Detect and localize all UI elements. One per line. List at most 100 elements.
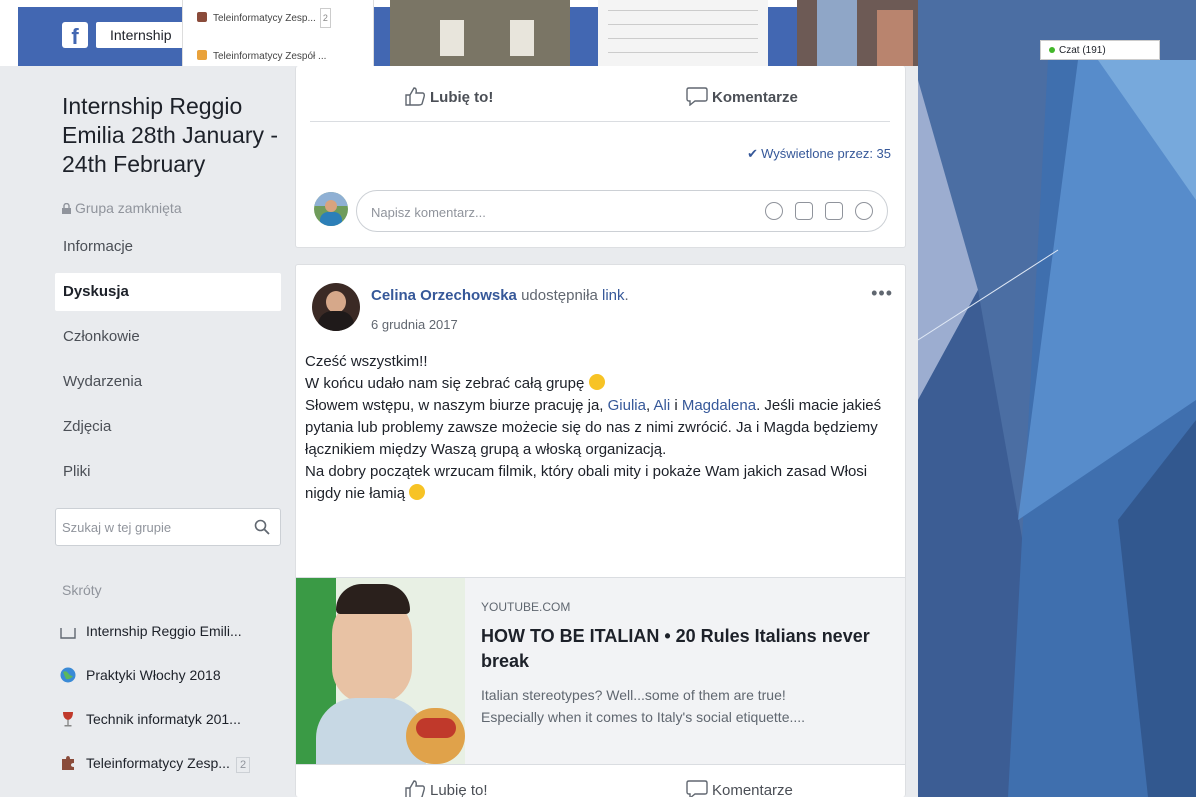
puzzle-icon bbox=[197, 12, 207, 22]
post-header: Celina Orzechowska udostępniła link. bbox=[371, 287, 629, 304]
camera-icon[interactable] bbox=[795, 202, 813, 220]
link-description-line: Especially when it comes to Italy's soci… bbox=[481, 709, 806, 725]
comment-button[interactable]: Komentarze bbox=[686, 779, 793, 797]
suggestion-label: Teleinformatycy Zespół ... bbox=[213, 51, 327, 62]
link-title[interactable]: HOW TO BE ITALIAN • 20 Rules Italians ne… bbox=[481, 624, 891, 674]
smile-emoji-icon bbox=[409, 484, 426, 500]
comment-button[interactable]: Komentarze bbox=[686, 86, 798, 110]
search-suggestions-dropdown: Teleinformatycy Zesp... 2 Teleinformatycy… bbox=[182, 0, 374, 66]
link-description-line: Italian stereotypes? Well...some of them… bbox=[481, 687, 786, 703]
globe-icon bbox=[60, 667, 76, 683]
chat-label: Czat (191) bbox=[1059, 45, 1106, 56]
avatar[interactable] bbox=[314, 192, 348, 226]
nav-item-wydarzenia[interactable]: Wydarzenia bbox=[55, 363, 281, 401]
post-line: Na dobry początek wrzucam filmik, który … bbox=[305, 461, 895, 505]
link-description: Italian stereotypes? Well...some of them… bbox=[481, 684, 891, 728]
tagged-name[interactable]: Giulia bbox=[608, 397, 646, 414]
header-search-input[interactable]: Internship bbox=[96, 22, 182, 48]
comment-icon bbox=[686, 780, 708, 797]
checkmark-icon: ✔ bbox=[747, 146, 759, 161]
group-sidebar: Internship Reggio Emilia 28th January - … bbox=[0, 66, 295, 797]
post-line-text: Słowem wstępu, w naszym biurze pracuję j… bbox=[305, 397, 608, 414]
like-label: Lubię to! bbox=[430, 782, 488, 797]
suggestion-label: Teleinformatycy Zesp... bbox=[213, 13, 316, 24]
seen-by-label: Wyświetlone przez: 35 bbox=[761, 146, 891, 161]
link-preview[interactable]: YOUTUBE.COM HOW TO BE ITALIAN • 20 Rules… bbox=[296, 577, 905, 765]
nav-item-pliki[interactable]: Pliki bbox=[55, 453, 281, 491]
post-text: Cześć wszystkim!! W końcu udało nam się … bbox=[305, 351, 895, 505]
author-name[interactable]: Celina Orzechowska bbox=[371, 287, 517, 304]
post-date[interactable]: 6 grudnia 2017 bbox=[371, 317, 458, 332]
nav-item-zdjecia[interactable]: Zdjęcia bbox=[55, 408, 281, 446]
author-avatar[interactable] bbox=[312, 283, 360, 331]
separator-text: i bbox=[670, 397, 682, 414]
suggestion-item[interactable]: Teleinformatycy Zesp... 2 bbox=[197, 8, 331, 28]
post-line-text: W końcu udało nam się zebrać całą grupę bbox=[305, 375, 585, 392]
previous-post-card: Lubię to! Komentarze ✔ Wyświetlone przez:… bbox=[295, 66, 906, 248]
nav-item-informacje[interactable]: Informacje bbox=[55, 228, 281, 266]
like-button[interactable]: Lubię to! bbox=[404, 779, 488, 797]
like-label: Lubię to! bbox=[430, 89, 494, 106]
slide-background bbox=[918, 0, 1196, 797]
group-title[interactable]: Internship Reggio Emilia 28th January - … bbox=[62, 92, 292, 179]
post-action-text: udostępniła bbox=[521, 287, 598, 304]
group-search-box bbox=[55, 508, 281, 546]
thumbs-up-icon bbox=[405, 780, 426, 797]
smile-emoji-icon bbox=[588, 374, 605, 390]
shortcuts-heading: Skróty bbox=[62, 582, 102, 598]
shortcut-badge: 2 bbox=[235, 757, 251, 773]
suggestion-badge: 2 bbox=[319, 8, 331, 28]
comment-input[interactable] bbox=[371, 201, 731, 223]
nav-item-czlonkowie[interactable]: Członkowie bbox=[55, 318, 281, 356]
tagged-name[interactable]: Ali bbox=[654, 397, 671, 414]
shared-link-word[interactable]: link bbox=[602, 287, 625, 304]
seen-by-count[interactable]: ✔ Wyświetlone przez: 35 bbox=[747, 146, 891, 162]
facebook-logo-icon[interactable]: f bbox=[62, 22, 88, 49]
post-header-period: . bbox=[624, 287, 629, 304]
comment-composer bbox=[356, 190, 888, 232]
like-button[interactable]: Lubię to! bbox=[404, 86, 493, 110]
group-search-input[interactable] bbox=[56, 509, 236, 545]
sticker-icon[interactable] bbox=[855, 202, 873, 220]
search-icon[interactable] bbox=[254, 519, 270, 535]
shortcut-label: Internship Reggio Emili... bbox=[86, 623, 242, 639]
group-icon bbox=[197, 50, 207, 60]
slide-decoration bbox=[918, 0, 1196, 797]
puzzle-icon bbox=[62, 756, 74, 770]
comment-label: Komentarze bbox=[712, 782, 793, 797]
shortcut-label: Teleinformatycy Zesp... bbox=[86, 755, 230, 771]
shortcut-item[interactable]: Praktyki Włochy 2018 bbox=[60, 664, 221, 686]
shortcut-item[interactable]: Internship Reggio Emili... bbox=[60, 620, 242, 642]
thumbs-up-icon bbox=[405, 87, 426, 106]
nav-item-dyskusja[interactable]: Dyskusja bbox=[55, 273, 281, 311]
post-line: Cześć wszystkim!! bbox=[305, 353, 428, 370]
comment-tools bbox=[753, 202, 873, 220]
group-privacy-text: Grupa zamknięta bbox=[75, 200, 182, 216]
post-action-bar: Lubię to! Komentarze bbox=[310, 74, 890, 122]
separator-text: , bbox=[645, 397, 654, 414]
document-thumbnail bbox=[598, 0, 768, 66]
chat-button[interactable]: Czat (191) bbox=[1040, 40, 1160, 60]
suggestion-item[interactable]: Teleinformatycy Zespół ... bbox=[197, 48, 326, 66]
comment-icon bbox=[686, 87, 708, 107]
video-thumbnail[interactable] bbox=[296, 578, 465, 764]
emoji-icon[interactable] bbox=[765, 202, 783, 220]
group-privacy-label: Grupa zamknięta bbox=[62, 200, 182, 216]
shortcut-label: Praktyki Włochy 2018 bbox=[86, 667, 221, 683]
post-card: Celina Orzechowska udostępniła link. 6 g… bbox=[295, 264, 906, 797]
group-icon bbox=[60, 628, 76, 639]
post-paragraph: Słowem wstępu, w naszym biurze pracuję j… bbox=[305, 395, 895, 461]
post-line-text: Na dobry początek wrzucam filmik, który … bbox=[305, 463, 868, 502]
lock-icon bbox=[62, 202, 71, 214]
shortcut-item[interactable]: Teleinformatycy Zesp... 2 bbox=[60, 752, 251, 774]
link-domain: YOUTUBE.COM bbox=[481, 600, 571, 614]
post-line: W końcu udało nam się zebrać całą grupę bbox=[305, 373, 895, 395]
shortcut-item[interactable]: Technik informatyk 201... bbox=[60, 708, 241, 730]
online-dot-icon bbox=[1049, 47, 1055, 53]
post-options-icon[interactable]: ••• bbox=[871, 283, 893, 304]
photo-thumbnail bbox=[390, 0, 570, 66]
wine-icon bbox=[63, 712, 73, 727]
gif-icon[interactable] bbox=[825, 202, 843, 220]
tagged-name[interactable]: Magdalena bbox=[682, 397, 756, 414]
top-header-strip: f Internship Teleinformatycy Zesp... 2 Te… bbox=[0, 0, 918, 66]
